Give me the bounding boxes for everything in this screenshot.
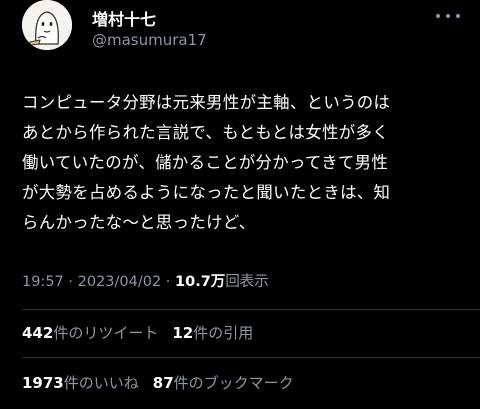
likes-count: 1973 [22,374,64,392]
tweet-text: コンピュータ分野は元来男性が主軸、というのは あとから作られた言説で、もともとは… [22,88,466,238]
ghost-character-icon [22,0,72,50]
tweet-text-line: あとから作られた言説で、もともとは女性が多く [22,123,389,142]
meta-separator: · [161,274,176,290]
retweet-quote-stats: 442件のリツイート 12件の引用 [22,322,253,343]
views-count[interactable]: 10.7万 [175,274,225,290]
display-name[interactable]: 増村十七 [92,6,156,30]
tweet-text-line: 働いていたのが、儲かることが分かってきて男性 [22,153,389,172]
retweets-label: 件のリツイート [53,324,159,342]
views-label: 回表示 [225,274,269,290]
tweet-text-line: コンピュータ分野は元来男性が主軸、というのは [22,93,391,112]
more-horizontal-icon [436,14,440,18]
user-handle[interactable]: @masumura17 [92,31,207,49]
retweets-count: 442 [22,324,54,342]
meta-separator: · [63,274,78,290]
tweet-meta: 19:57 · 2023/04/02 · 10.7万回表示 [22,270,269,291]
divider [22,357,480,358]
more-horizontal-icon-dot [446,14,450,18]
retweets-link[interactable]: 442件のリツイート [22,324,158,342]
more-options-button[interactable] [436,6,460,26]
tweet-date[interactable]: 2023/04/02 [78,274,162,290]
bookmarks-label: 件のブックマーク [173,374,294,392]
likes-label: 件のいいね [63,374,139,392]
tweet-text-line: らんかったな〜と思ったけど、 [22,213,256,232]
more-horizontal-icon-dot [456,14,460,18]
divider [22,309,480,310]
tweet-time[interactable]: 19:57 [22,274,64,290]
bookmarks-count: 87 [152,374,174,392]
avatar[interactable] [22,0,72,50]
like-bookmark-stats: 1973件のいいね 87件のブックマーク [22,372,294,393]
likes-link[interactable]: 1973件のいいね [22,374,139,392]
quotes-label: 件の引用 [193,324,254,342]
bookmarks-link[interactable]: 87件のブックマーク [153,374,294,392]
quotes-link[interactable]: 12件の引用 [172,324,253,342]
tweet-text-line: が大勢を占めるようになったと聞いたときは、知 [22,183,391,202]
quotes-count: 12 [172,324,194,342]
